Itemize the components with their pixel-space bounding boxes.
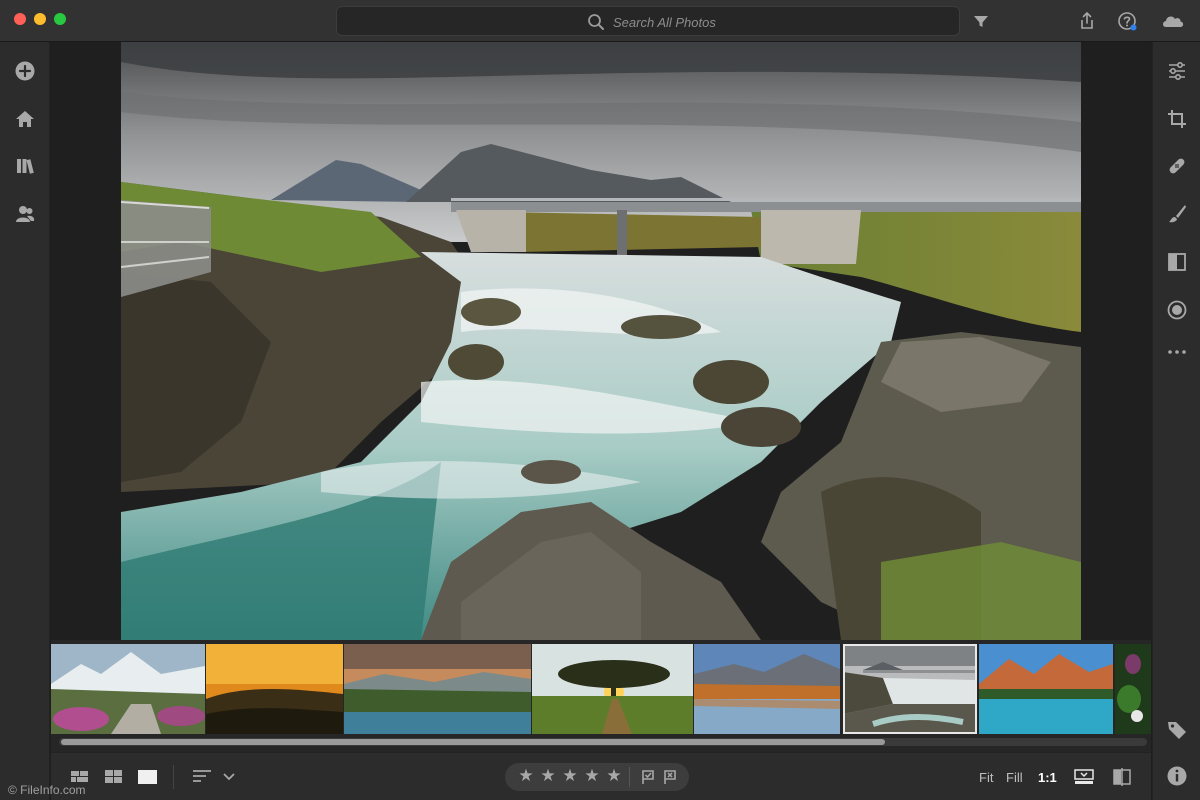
home-icon[interactable] [13,107,37,131]
rating-star-4[interactable]: ★ [583,767,601,785]
help-icon[interactable] [1116,10,1138,32]
filmstrip-scroll-thumb[interactable] [61,739,885,745]
thumbnail-sunset-hills[interactable] [206,644,343,734]
thumbnail-autumn-lake[interactable] [694,644,840,734]
keyword-tag-icon[interactable] [1165,718,1189,742]
grid-large-icon[interactable] [103,767,125,787]
crop-icon[interactable] [1165,107,1189,131]
photo-viewer [51,42,1151,640]
share-icon[interactable] [1076,10,1098,32]
river-bridge-photo [121,42,1081,640]
rating-star-3[interactable]: ★ [561,767,579,785]
search-icon [588,14,604,30]
sort-icon[interactable] [191,767,213,787]
zoom-fill-button[interactable]: Fill [1006,770,1023,785]
edit-sliders-icon[interactable] [1165,59,1189,83]
thumbnail-flowers[interactable] [1115,644,1151,734]
thumbnail-river-bridge[interactable] [843,644,977,734]
thumbnail-lake-forest[interactable] [344,644,531,734]
thumbnail-mountain-path[interactable] [51,644,205,734]
healing-icon[interactable] [1165,154,1189,178]
rating-flag-control: ★ ★ ★ ★ ★ [505,763,689,791]
brush-icon[interactable] [1165,202,1189,226]
reject-flag-icon[interactable] [661,768,679,786]
linear-gradient-icon[interactable] [1165,250,1189,274]
filter-icon[interactable] [970,10,992,32]
rating-star-5[interactable]: ★ [605,767,623,785]
cloud-icon[interactable] [1160,10,1186,32]
info-icon[interactable] [1165,764,1189,788]
rating-star-1[interactable]: ★ [517,767,535,785]
rating-flag-divider [629,767,630,787]
compare-view-icon[interactable] [1111,767,1133,787]
zoom-window-button[interactable] [54,13,66,25]
rating-star-2[interactable]: ★ [539,767,557,785]
add-photos-icon[interactable] [13,59,37,83]
radial-gradient-icon[interactable] [1165,298,1189,322]
single-view-icon[interactable] [137,767,159,787]
zoom-1-1-button[interactable]: 1:1 [1038,770,1057,785]
title-bar [0,0,1200,42]
watermark: © FileInfo.com [8,783,86,797]
search-bar[interactable] [336,6,960,36]
minimize-window-button[interactable] [34,13,46,25]
right-edit-rail [1152,42,1200,800]
toolbar-divider [173,765,174,789]
thumbnail-tree-sunset[interactable] [532,644,693,734]
filmstrip [51,640,1151,752]
library-icon[interactable] [13,154,37,178]
left-navigation-rail [0,42,50,800]
close-window-button[interactable] [14,13,26,25]
zoom-fit-button[interactable]: Fit [979,770,993,785]
filmstrip-scrollbar[interactable] [59,738,1147,746]
chevron-down-icon[interactable] [221,767,237,787]
more-icon[interactable] [1165,340,1189,364]
search-input[interactable] [613,12,913,32]
pick-flag-icon[interactable] [639,768,657,786]
main-photo[interactable] [121,42,1081,640]
thumbnail-mountain-lake[interactable] [979,644,1113,734]
bottom-toolbar: ★ ★ ★ ★ ★ Fit Fill 1:1 [51,752,1151,800]
show-filmstrip-icon[interactable] [1073,767,1095,787]
people-icon[interactable] [13,202,37,226]
